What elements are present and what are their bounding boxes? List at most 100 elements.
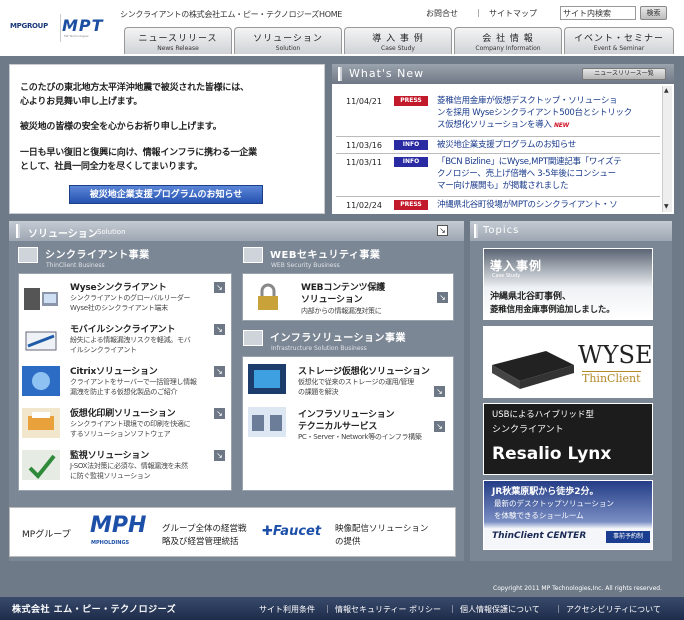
nav-tab-solution[interactable]: ソリューション Solution (234, 27, 342, 54)
card-desc: シンクライアントのグローバルリーダー (70, 294, 191, 302)
support-program-button[interactable]: 被災地企業支援プログラムのお知らせ (69, 185, 263, 204)
nav-tab-sublabel: News Release (157, 45, 199, 52)
logo-brand-sub: MP Technologies (64, 34, 89, 38)
news-date: 11/03/16 (346, 141, 382, 150)
card-desc: 漏洩を防止する仮想化製品のご紹介 (70, 388, 178, 396)
quake-text: 被災地の皆様の安全を心からお祈り申し上げます。 (20, 122, 222, 132)
news-text: ス仮想化ソリューションを導入 NEW (437, 119, 663, 132)
card-mobile-thin-client[interactable]: モバイルシンクライアント 紛失による情報漏洩リスクを軽減。モバ イルシンクライア… (22, 320, 228, 360)
divider (336, 153, 660, 154)
card-title: テクニカルサービス (298, 422, 378, 432)
go-arrow-icon[interactable]: ↘ (214, 408, 225, 419)
logo[interactable]: MPGROUP MPT MP Technologies (10, 14, 122, 44)
news-tag-info: INFO (394, 140, 428, 150)
footer-company-name: 株式会社 エム・ピー・テクノロジーズ (12, 605, 177, 615)
nav-tab-case-study[interactable]: 導 入 事 例 Case Study (344, 27, 452, 54)
reservation-button[interactable]: 事前予約制 (606, 531, 650, 543)
sitemap-link[interactable]: サイトマップ (489, 8, 537, 19)
card-desc: するソリューションソフトウェア (70, 430, 171, 438)
scroll-up-icon[interactable]: ▲ (664, 88, 670, 94)
nav-tab-event-seminar[interactable]: イベント・セミナー Event & Seminar (564, 27, 674, 54)
news-item-link[interactable]: 「BCN Bizline」にWyse,MPT関連記事「ワイズテ クノロジー、売上… (437, 156, 663, 192)
wyse-brand: WYSE (578, 341, 653, 369)
nav-tab-label: ニュースリリース (138, 34, 218, 44)
card-title: ストレージ仮想化ソリューション (298, 367, 430, 377)
copyright: Copyright 2011 MP Technologies,Inc. All … (493, 585, 662, 592)
company-home-link[interactable]: シンクライアントの株式会社エム・ピー・テクノロジーズHOME (120, 9, 342, 20)
mph-logo-sub: MPHOLDINGS (91, 540, 130, 546)
go-arrow-icon[interactable]: ↘ (214, 282, 225, 293)
topics-title: Topics (483, 225, 520, 236)
news-date: 11/03/11 (346, 158, 382, 167)
news-tag-press: PRESS (394, 96, 428, 106)
citrix-network-icon (22, 366, 60, 396)
quake-text: 心よりお見舞い申し上げます。 (20, 97, 143, 107)
banner-text: 沖縄県北谷町事例、 (490, 292, 572, 302)
scroll-down-icon[interactable]: ▼ (664, 204, 670, 210)
mph-desc: グループ全体の経営戦 (162, 524, 247, 534)
wyse-subtitle: ThinClient (582, 371, 641, 385)
news-text: 沖縄県北谷町役場がMPTのシンクライアント・ソ (437, 200, 618, 210)
go-arrow-icon[interactable]: ↘ (437, 292, 448, 303)
banner-text: 菱稚信用金庫事例追加しました。 (490, 305, 615, 315)
banner-case-study[interactable]: 導入事例 Case Study 沖縄県北谷町事例、 菱稚信用金庫事例追加しました… (483, 248, 653, 320)
go-arrow-icon[interactable]: ↘ (214, 366, 225, 377)
banner-text: USBによるハイブリッド型 (492, 410, 595, 420)
contact-link[interactable]: お問合せ (426, 8, 458, 19)
header-bars-icon (16, 224, 20, 238)
card-web-content-protection[interactable]: WEBコンテンツ保護 ソリューション 内部からの情報漏洩対策に ↘ (242, 273, 454, 321)
footer-link-privacy[interactable]: 個人情報保護について (460, 604, 540, 615)
card-desc: Wyse社のシンクライアント端末 (70, 304, 168, 312)
faucet-logo[interactable]: ✚Faucet (262, 524, 321, 539)
section-title-en: Infrastructure Solution Business (271, 345, 367, 352)
banner-wyse[interactable]: WYSE ThinClient (483, 326, 653, 398)
search-input[interactable] (560, 6, 636, 20)
banner-text: JR秋葉原駅から徒歩2分。 (492, 487, 599, 497)
group-label: MPグループ (22, 530, 71, 540)
footer-link-terms[interactable]: サイト利用条件 (259, 604, 315, 615)
news-item-link[interactable]: 菱稚信用金庫が仮想デスクトップ・ソリューショ ンを採用 Wyseシンクライアント… (437, 95, 663, 132)
footer-link-accessibility[interactable]: アクセシビリティについて (566, 604, 661, 615)
card-infra-technical-service[interactable]: インフラソリューション テクニカルサービス PC・Server・Network等… (246, 405, 452, 445)
nav-tab-label: ソリューション (253, 34, 323, 44)
news-tag-info: INFO (394, 157, 428, 167)
card-virtual-print[interactable]: 仮想化印刷ソリューション シンクライアント環境での印刷を快適に するソリューショ… (22, 404, 228, 444)
faucet-logo-text: Faucet (272, 524, 322, 539)
card-monitoring[interactable]: 監視ソリューション J-SOX法対策に必須な、情報漏洩を未然 に防ぐ監視ソリュー… (22, 446, 228, 486)
solution-title: ソリューション (28, 229, 98, 240)
nav-tab-sublabel: Solution (275, 45, 301, 52)
mobile-device-icon (25, 331, 57, 351)
card-desc: の課題を解決 (298, 388, 339, 396)
go-arrow-icon[interactable]: ↘ (214, 324, 225, 335)
news-text: 被災地企業支援プログラムのお知らせ (437, 140, 576, 150)
banner-thinclient-center[interactable]: JR秋葉原駅から徒歩2分。 最新のデスクトップソリューション を体験できるショー… (483, 480, 653, 550)
infrastructure-icon (243, 330, 263, 346)
logo-divider (60, 14, 61, 42)
card-storage-virtualization[interactable]: ストレージ仮想化ソリューション 仮想化で従来のストレージの運用/管理 の課題を解… (246, 362, 452, 402)
news-scrollbar[interactable] (662, 86, 672, 212)
card-citrix[interactable]: Citrixソリューション クライアントをサーバーで一括管理し情報 漏洩を防止す… (22, 362, 228, 402)
nav-tab-company[interactable]: 会 社 情 報 Company Information (454, 27, 562, 54)
footer-link-security-policy[interactable]: 情報セキュリティー ポリシー (335, 604, 441, 615)
logo-group: MPGROUP (10, 22, 48, 30)
news-tag-press: PRESS (394, 200, 428, 210)
go-arrow-icon[interactable]: ↘ (434, 421, 445, 432)
web-security-icon (243, 247, 263, 263)
search-button[interactable]: 検索 (640, 6, 667, 20)
banner-resalio-lynx[interactable]: USBによるハイブリッド型 シンクライアント Resalio Lynx (483, 403, 653, 475)
card-title: モバイルシンクライアント (70, 325, 176, 335)
header-bars-icon (474, 224, 478, 238)
go-arrow-icon[interactable]: ↘ (434, 386, 445, 397)
go-arrow-icon[interactable]: ↘ (214, 450, 225, 461)
nav-tab-news-release[interactable]: ニュースリリース News Release (124, 27, 232, 54)
card-desc: 仮想化で従来のストレージの運用/管理 (298, 378, 414, 386)
card-title: Wyseシンクライアント (70, 283, 167, 293)
news-item-link[interactable]: 沖縄県北谷町役場がMPTのシンクライアント・ソ (437, 199, 663, 212)
card-wyse-thin-client[interactable]: Wyseシンクライアント シンクライアントのグローバルリーダー Wyse社のシン… (22, 278, 228, 318)
card-desc: に防ぐ監視ソリューション (70, 472, 151, 480)
mph-logo[interactable]: MPH (90, 513, 146, 538)
news-item-link[interactable]: 被災地企業支援プログラムのお知らせ (437, 139, 663, 151)
news-text: ンを採用 Wyseシンクライアント500台とシトリック (437, 108, 632, 118)
news-list-button[interactable]: ニュースリリース一覧 (582, 68, 666, 80)
arrow-link-icon[interactable]: ↘ (437, 225, 448, 236)
